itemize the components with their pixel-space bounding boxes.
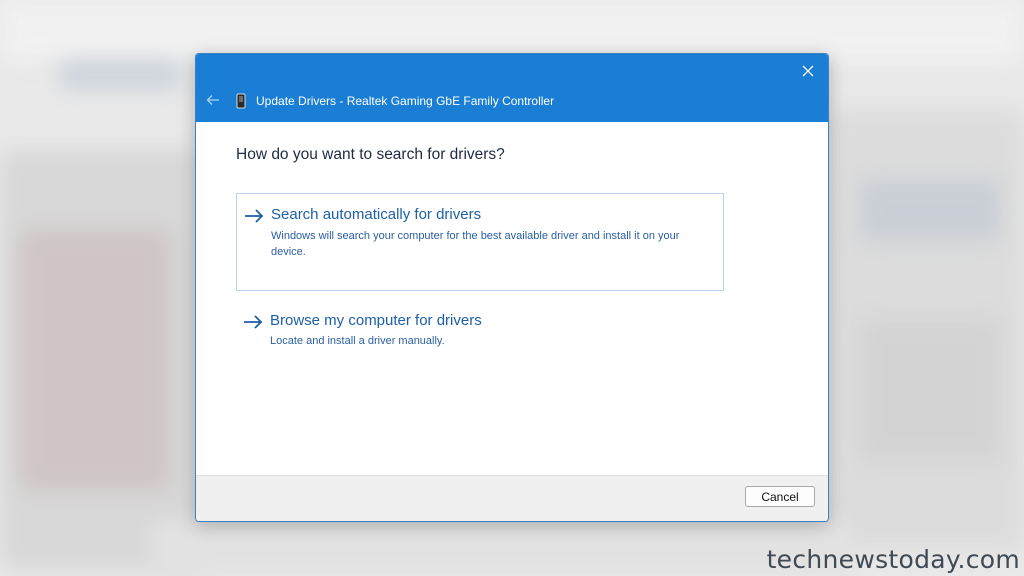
question-heading: How do you want to search for drivers? bbox=[236, 146, 505, 163]
back-arrow-icon bbox=[206, 95, 219, 105]
option-title: Search automatically for drivers bbox=[271, 206, 482, 223]
option-title: Browse my computer for drivers bbox=[270, 312, 482, 329]
arrow-right-icon bbox=[245, 209, 264, 223]
browse-computer-option[interactable]: Browse my computer for drivers Locate an… bbox=[236, 300, 724, 360]
search-automatically-option[interactable]: Search automatically for drivers Windows… bbox=[236, 193, 724, 291]
site-watermark: technewstoday.com bbox=[766, 545, 1020, 574]
network-adapter-icon bbox=[236, 93, 246, 109]
arrow-right-icon bbox=[244, 315, 263, 329]
update-drivers-dialog: Update Drivers - Realtek Gaming GbE Fami… bbox=[195, 53, 829, 522]
option-description: Locate and install a driver manually. bbox=[270, 335, 445, 347]
option-description: Windows will search your computer for th… bbox=[271, 230, 680, 258]
close-button[interactable] bbox=[794, 58, 822, 84]
dialog-title: Update Drivers - Realtek Gaming GbE Fami… bbox=[256, 94, 555, 108]
back-button[interactable] bbox=[204, 91, 222, 109]
dialog-footer: Cancel bbox=[196, 475, 828, 521]
title-bar: Update Drivers - Realtek Gaming GbE Fami… bbox=[196, 54, 828, 122]
cancel-button[interactable]: Cancel bbox=[745, 486, 815, 507]
close-icon bbox=[802, 65, 814, 77]
